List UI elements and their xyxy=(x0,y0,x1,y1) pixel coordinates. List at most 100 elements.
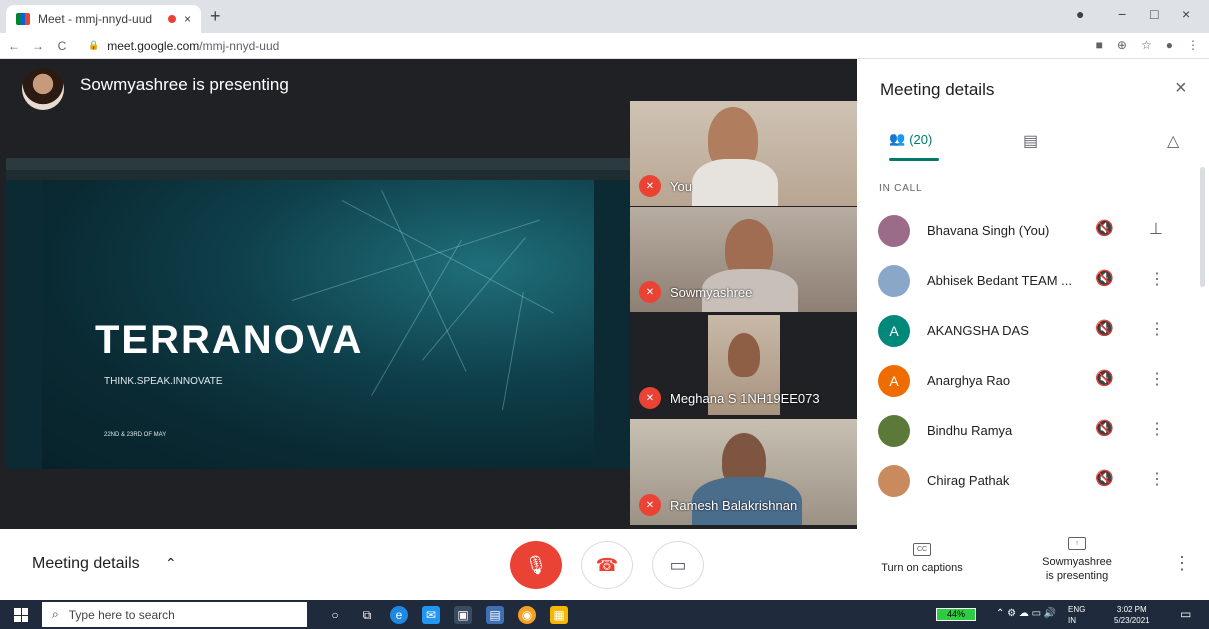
taskbar-clock[interactable]: 3:02 PM 5/23/2021 xyxy=(1114,604,1150,626)
more-icon[interactable]: ⋮ xyxy=(1149,369,1165,389)
participant-row[interactable]: Chirag Pathak 🔇 ⋮ xyxy=(857,457,1197,507)
participant-name: AKANGSHA DAS xyxy=(927,323,1029,338)
notification-icon[interactable]: ▭ xyxy=(1180,607,1191,621)
maximize-button[interactable]: □ xyxy=(1150,6,1158,22)
mail-icon[interactable]: ✉ xyxy=(422,606,440,624)
muted-mic-icon: 🔇 xyxy=(1095,420,1114,437)
shared-browser-address xyxy=(6,170,630,180)
captions-icon: CC xyxy=(913,543,931,556)
presenting-line-1: Sowmyashree xyxy=(1042,556,1112,568)
profile-circle-icon[interactable]: ● xyxy=(1076,6,1084,22)
back-button[interactable]: ← xyxy=(4,39,24,53)
search-icon: ⌕ xyxy=(52,607,59,621)
task-view-icon[interactable]: ⧉ xyxy=(358,606,376,624)
meeting-details-panel: Meeting details × 👥 (20) ▤ △ IN CALL Bha… xyxy=(857,59,1209,529)
meet-favicon-icon xyxy=(16,13,30,25)
tile-name: Ramesh Balakrishnan xyxy=(670,498,798,513)
captions-button[interactable]: CC Turn on captions xyxy=(866,543,978,574)
avatar: A xyxy=(878,315,910,347)
participant-row[interactable]: A Anarghya Rao 🔇 ⋮ xyxy=(857,357,1197,407)
avatar xyxy=(878,415,910,447)
tab-people[interactable]: 👥 (20) xyxy=(889,131,932,147)
address-bar: ← → C 🔒 meet.google.com /mmj-nnyd-uud ■ … xyxy=(0,33,1209,59)
participant-row[interactable]: Bindhu Ramya 🔇 ⋮ xyxy=(857,407,1197,457)
more-icon[interactable]: ⋮ xyxy=(1149,469,1165,489)
mic-toggle-button[interactable]: 🎙 xyxy=(510,541,562,589)
battery-indicator[interactable]: 44% xyxy=(936,608,976,621)
panel-scrollbar[interactable] xyxy=(1200,167,1205,287)
url-host: meet.google.com xyxy=(107,38,200,53)
captions-label: Turn on captions xyxy=(881,562,963,574)
muted-mic-icon: ✕ xyxy=(639,175,661,197)
screen-root: Meet - mmj-nnyd-uud × + ● − □ × ← → C 🔒 … xyxy=(0,0,1209,629)
presenting-button[interactable]: ↑ Sowmyashree is presenting xyxy=(1024,537,1130,582)
leave-call-button[interactable]: ☎ xyxy=(581,541,633,589)
tab-chat[interactable]: ▤ xyxy=(1023,131,1038,151)
participant-tile-you[interactable]: ✕ You xyxy=(630,101,857,206)
muted-mic-icon: 🔇 xyxy=(1095,220,1114,237)
tab-close-icon[interactable]: × xyxy=(184,12,191,26)
participant-row[interactable]: Abhisek Bedant TEAM ... 🔇 ⋮ xyxy=(857,257,1197,307)
minimize-button[interactable]: − xyxy=(1118,6,1126,22)
avatar xyxy=(878,265,910,297)
muted-mic-icon: 🔇 xyxy=(1095,470,1114,487)
pin-icon[interactable]: ⊥ xyxy=(1149,219,1163,239)
more-icon[interactable]: ⋮ xyxy=(1149,419,1165,439)
meeting-details-label[interactable]: Meeting details xyxy=(32,555,140,573)
presenting-line-2: is presenting xyxy=(1045,570,1109,582)
chevron-up-icon[interactable]: ⌃ xyxy=(165,555,177,572)
browser-tab-bar: Meet - mmj-nnyd-uud × + ● − □ × xyxy=(0,0,1209,33)
bookmark-star-icon[interactable]: ☆ xyxy=(1141,38,1152,52)
tile-name: You xyxy=(670,179,692,194)
forward-button[interactable]: → xyxy=(28,39,48,53)
new-tab-button[interactable]: + xyxy=(210,6,221,27)
mic-off-icon: 🎙 xyxy=(524,554,548,575)
close-window-button[interactable]: × xyxy=(1182,6,1190,22)
avatar: A xyxy=(878,365,910,397)
camera-toggle-button[interactable]: ▭ xyxy=(652,541,704,589)
chat-icon: ▤ xyxy=(1023,133,1039,150)
windows-start-icon[interactable] xyxy=(14,608,28,622)
participant-name: Bhavana Singh (You) xyxy=(927,223,1050,238)
lang-top: ENG xyxy=(1068,605,1086,614)
system-tray-icons[interactable]: ⌃ ⚙ ☁ ▭ 🔊 xyxy=(996,608,1056,619)
panel-close-button[interactable]: × xyxy=(1175,77,1187,100)
camera-icon: ▭ xyxy=(669,554,687,575)
shared-browser-tabs xyxy=(6,158,630,170)
participant-tile-sowmyashree[interactable]: ✕ Sowmyashree xyxy=(630,207,857,312)
folder-icon[interactable]: ▦ xyxy=(550,606,568,624)
participant-row[interactable]: A AKANGSHA DAS 🔇 ⋮ xyxy=(857,307,1197,357)
participant-row[interactable]: Bhavana Singh (You) 🔇 ⊥ xyxy=(857,207,1197,257)
reload-button[interactable]: C xyxy=(52,39,72,53)
more-icon[interactable]: ⋮ xyxy=(1149,269,1165,289)
tab-activities[interactable]: △ xyxy=(1167,131,1179,151)
hang-up-icon: ☎ xyxy=(595,554,619,575)
slide-tagline: THINK.SPEAK.INNOVATE xyxy=(104,376,223,387)
participant-tile-meghana[interactable]: ✕ Meghana S 1NH19EE073 xyxy=(630,313,857,418)
present-screen-icon: ↑ xyxy=(1068,537,1086,550)
url-field[interactable]: 🔒 meet.google.com /mmj-nnyd-uud xyxy=(88,39,279,53)
cortana-icon[interactable]: ○ xyxy=(326,606,344,624)
section-label: IN CALL xyxy=(879,183,923,194)
camera-in-use-icon[interactable]: ■ xyxy=(1096,38,1103,52)
store-icon[interactable]: ▣ xyxy=(454,606,472,624)
browser-menu-icon[interactable]: ⋮ xyxy=(1187,38,1199,52)
more-options-icon[interactable]: ⋮ xyxy=(1173,553,1191,574)
muted-mic-icon: 🔇 xyxy=(1095,320,1114,337)
taskbar-search-input[interactable]: ⌕ Type here to search xyxy=(42,602,307,627)
participant-name: Bindhu Ramya xyxy=(927,423,1013,438)
profile-avatar-icon[interactable]: ● xyxy=(1166,38,1173,52)
edge-icon[interactable]: e xyxy=(390,606,408,624)
people-count: (20) xyxy=(909,131,933,147)
tile-name: Sowmyashree xyxy=(670,285,753,300)
clock-time: 3:02 PM xyxy=(1116,605,1147,614)
zoom-icon[interactable]: ⊕ xyxy=(1117,38,1127,52)
chrome-icon[interactable]: ◉ xyxy=(518,606,536,624)
explorer-icon[interactable]: ▤ xyxy=(486,606,504,624)
browser-tab-meet[interactable]: Meet - mmj-nnyd-uud × xyxy=(6,5,201,33)
participant-name: Chirag Pathak xyxy=(927,473,1010,488)
meeting-controls-bar: Meeting details ⌃ 🎙 ☎ ▭ CC Turn on capti… xyxy=(0,529,1209,600)
more-icon[interactable]: ⋮ xyxy=(1149,319,1165,339)
language-indicator[interactable]: ENG IN xyxy=(1068,604,1085,626)
participant-tile-ramesh[interactable]: ✕ Ramesh Balakrishnan xyxy=(630,419,857,525)
